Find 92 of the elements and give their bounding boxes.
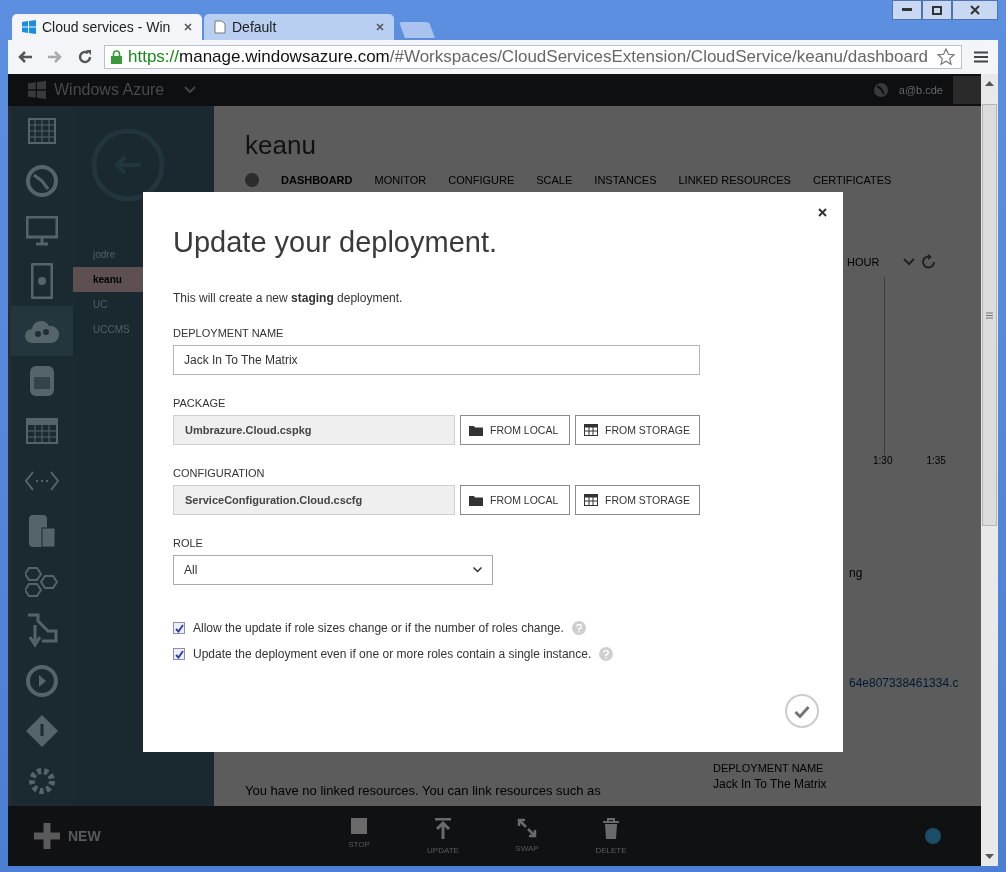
- stop-icon: [351, 817, 367, 834]
- axis-tick-label: 1:30: [873, 455, 893, 466]
- dialog-title: Update your deployment.: [173, 226, 499, 259]
- field-label: ROLE: [173, 537, 204, 549]
- import-icon: [26, 613, 58, 649]
- scroll-up-icon[interactable]: [985, 80, 994, 86]
- hexagons-icon: [25, 564, 59, 598]
- checkbox[interactable]: [173, 648, 185, 660]
- page-tab[interactable]: CERTIFICATES: [812, 174, 892, 186]
- browser-tab[interactable]: Default: [204, 14, 394, 40]
- page-title: keanu: [245, 130, 317, 161]
- option-label: Update the deployment even if one or more roles contain a single instance.: [193, 647, 592, 661]
- option-label: Allow the update if role sizes change or if the number of roles change.: [193, 621, 564, 635]
- page-tab[interactable]: SCALE: [536, 174, 573, 186]
- deployment-name-field[interactable]: Jack In To The Matrix: [173, 345, 700, 375]
- new-button[interactable]: NEW: [34, 823, 334, 849]
- trash-icon: [602, 817, 620, 840]
- chevron-down-icon[interactable]: [903, 258, 916, 266]
- mobile-icon: [31, 263, 53, 299]
- forward-icon[interactable]: [47, 50, 63, 64]
- minimize-icon[interactable]: [902, 8, 912, 12]
- document-stack-icon: [28, 514, 56, 548]
- media-icon: [26, 665, 58, 697]
- scrollbar-thumb[interactable]: [982, 104, 997, 526]
- folder-icon: [469, 494, 483, 506]
- monitor-icon: [26, 216, 58, 246]
- database-icon: [29, 365, 55, 397]
- grid-icon: [584, 494, 598, 506]
- new-tab-button[interactable]: [399, 22, 435, 38]
- file-field[interactable]: ServiceConfiguration.Cloud.cscfg: [173, 485, 455, 515]
- back-icon[interactable]: [17, 50, 33, 64]
- windows-logo-icon: [28, 81, 46, 99]
- windows-logo-icon: [22, 20, 36, 34]
- command-button[interactable]: DELETE: [586, 817, 636, 855]
- address-bar[interactable]: https://manage.windowsazure.com/#Workspaces/CloudServicesExtension/CloudService/keanu/dashboard: [104, 45, 962, 69]
- grid-icon: [28, 118, 56, 144]
- status-text: ng: [849, 566, 864, 580]
- maximize-icon[interactable]: [932, 5, 942, 15]
- checkmark-icon: [794, 704, 810, 718]
- field-label: CONFIGURATION: [173, 467, 266, 479]
- from-local-button[interactable]: FROM LOCAL: [460, 415, 570, 445]
- confirm-button[interactable]: [785, 694, 819, 728]
- axis-tick-label: 1:35: [926, 455, 946, 466]
- plus-icon: [34, 823, 60, 849]
- command-button[interactable]: SWAP: [502, 817, 552, 855]
- lock-icon: [111, 50, 122, 64]
- brand-name: Windows Azure: [54, 81, 165, 99]
- table-icon: [26, 418, 58, 444]
- chevron-down-icon: [473, 567, 482, 573]
- linked-resources-note: You have no linked resources. You can link resources such as: [245, 783, 602, 798]
- detail-value: Jack In To The Matrix: [713, 777, 828, 791]
- folder-icon: [469, 424, 483, 436]
- from-storage-button[interactable]: FROM STORAGE: [575, 485, 700, 515]
- cloud-icon: [24, 318, 60, 344]
- close-tab-icon[interactable]: [184, 23, 192, 31]
- checkbox[interactable]: [173, 622, 185, 634]
- dialog-intro: This will create a new staging deployment.: [173, 291, 404, 305]
- upload-icon: [434, 817, 452, 840]
- grid-icon: [584, 424, 598, 436]
- field-label: PACKAGE: [173, 397, 227, 409]
- from-local-button[interactable]: FROM LOCAL: [460, 485, 570, 515]
- file-field[interactable]: Umbrazure.Cloud.cspkg: [173, 415, 455, 445]
- code-icon: [24, 470, 60, 492]
- menu-icon[interactable]: [974, 51, 988, 63]
- rail-item[interactable]: [11, 306, 73, 356]
- site-url-link[interactable]: 64e807338461334.c: [849, 676, 981, 690]
- page-tab[interactable]: INSTANCES: [594, 174, 657, 186]
- detail-label: DEPLOYMENT NAME: [713, 762, 825, 774]
- refresh-icon[interactable]: [921, 253, 938, 271]
- swap-icon: [517, 817, 537, 838]
- reload-icon[interactable]: [77, 49, 93, 65]
- close-tab-icon[interactable]: [376, 23, 384, 31]
- scroll-down-icon[interactable]: [985, 854, 994, 860]
- chevron-down-icon[interactable]: [184, 86, 197, 94]
- time-range[interactable]: HOUR: [847, 256, 880, 268]
- close-icon[interactable]: [970, 5, 980, 15]
- close-icon[interactable]: [818, 208, 827, 217]
- page-tab[interactable]: CONFIGURE: [448, 174, 515, 186]
- command-button[interactable]: UPDATE: [418, 817, 468, 855]
- page-tab[interactable]: DASHBOARD: [281, 174, 353, 186]
- role-dropdown[interactable]: All: [173, 555, 493, 585]
- from-storage-button[interactable]: FROM STORAGE: [575, 415, 700, 445]
- browser-tab[interactable]: Cloud services - Win: [12, 14, 202, 40]
- field-label: DEPLOYMENT NAME: [173, 327, 285, 339]
- back-circle-icon[interactable]: [91, 128, 165, 202]
- command-button[interactable]: STOP: [334, 817, 384, 855]
- diamond-icon: [25, 714, 59, 748]
- page-icon: [214, 20, 226, 34]
- page-tab[interactable]: MONITOR: [374, 174, 427, 186]
- user-email[interactable]: a@b.cde: [898, 84, 943, 96]
- page-tab[interactable]: LINKED RESOURCES: [678, 174, 791, 186]
- star-icon[interactable]: [937, 48, 955, 66]
